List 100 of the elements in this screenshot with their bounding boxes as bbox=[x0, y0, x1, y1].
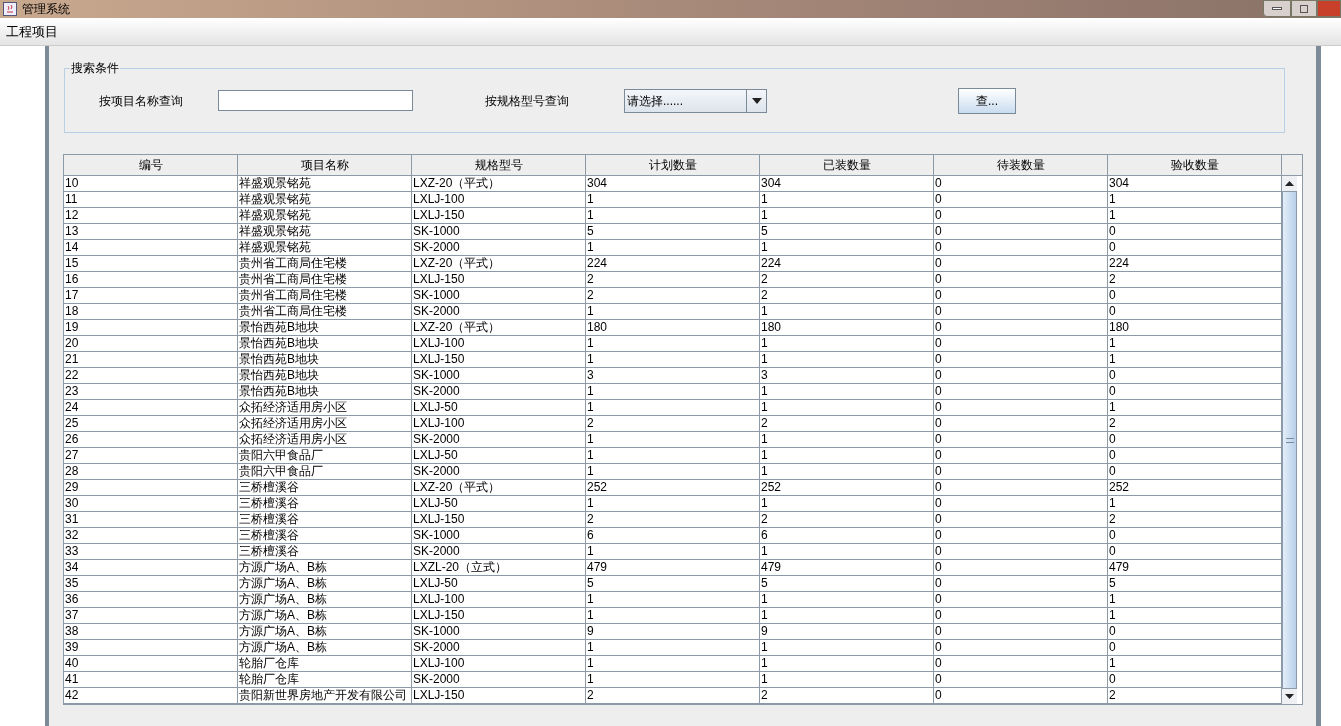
table-cell: 6 bbox=[760, 528, 934, 543]
table-cell: 方源广场A、B栋 bbox=[238, 592, 412, 607]
table-cell: 0 bbox=[934, 336, 1108, 351]
table-cell: 1 bbox=[586, 400, 760, 415]
table-cell: LXLJ-150 bbox=[412, 608, 586, 623]
table-cell: 方源广场A、B栋 bbox=[238, 640, 412, 655]
table-cell: 3 bbox=[586, 368, 760, 383]
table-cell: 1 bbox=[760, 336, 934, 351]
table-cell: 0 bbox=[934, 288, 1108, 303]
table-cell: 0 bbox=[934, 560, 1108, 575]
table-cell: LXZ-20（平式） bbox=[412, 256, 586, 271]
table-cell: 40 bbox=[64, 656, 238, 671]
table-cell: SK-2000 bbox=[412, 384, 586, 399]
table-cell: 方源广场A、B栋 bbox=[238, 576, 412, 591]
table-cell: 1 bbox=[586, 192, 760, 207]
table-cell: 10 bbox=[64, 176, 238, 191]
table-cell: 1 bbox=[586, 656, 760, 671]
column-header[interactable]: 已装数量 bbox=[760, 155, 934, 175]
table-cell: 0 bbox=[934, 320, 1108, 335]
table-cell: 1 bbox=[760, 544, 934, 559]
table-cell: LXLJ-100 bbox=[412, 656, 586, 671]
column-header[interactable]: 规格型号 bbox=[412, 155, 586, 175]
table-cell: 5 bbox=[760, 224, 934, 239]
column-header[interactable]: 编号 bbox=[64, 155, 238, 175]
table-cell: 贵阳六甲食品厂 bbox=[238, 448, 412, 463]
restore-button[interactable] bbox=[1291, 0, 1317, 17]
table-cell: 33 bbox=[64, 544, 238, 559]
table-cell: 1 bbox=[586, 352, 760, 367]
table-cell: 2 bbox=[586, 512, 760, 527]
table-cell: 景怡西苑B地块 bbox=[238, 384, 412, 399]
table-cell: 24 bbox=[64, 400, 238, 415]
table-cell: 1 bbox=[760, 464, 934, 479]
table-cell: 39 bbox=[64, 640, 238, 655]
table-cell: 9 bbox=[760, 624, 934, 639]
table-cell: 1 bbox=[760, 192, 934, 207]
table-cell: 1 bbox=[760, 384, 934, 399]
table-cell: 2 bbox=[760, 688, 934, 703]
table-cell: 1 bbox=[760, 352, 934, 367]
table-cell: 29 bbox=[64, 480, 238, 495]
table-cell: 252 bbox=[586, 480, 760, 495]
table-cell: 0 bbox=[934, 176, 1108, 191]
table-cell: 5 bbox=[586, 576, 760, 591]
column-header[interactable]: 验收数量 bbox=[1108, 155, 1282, 175]
table-cell: 1 bbox=[586, 592, 760, 607]
input-field[interactable] bbox=[218, 90, 413, 111]
table-cell: 2 bbox=[586, 288, 760, 303]
table-cell: 20 bbox=[64, 336, 238, 351]
table-cell: 1 bbox=[586, 240, 760, 255]
column-header[interactable]: 项目名称 bbox=[238, 155, 412, 175]
table-cell: 0 bbox=[934, 528, 1108, 543]
table-cell: SK-1000 bbox=[412, 288, 586, 303]
query-button[interactable]: 查... bbox=[958, 87, 1016, 114]
dropdown[interactable]: 请选择...... bbox=[624, 88, 767, 113]
table-cell: 23 bbox=[64, 384, 238, 399]
table-cell: 0 bbox=[934, 240, 1108, 255]
table-cell: 479 bbox=[586, 560, 760, 575]
table-cell: 17 bbox=[64, 288, 238, 303]
table-cell: 0 bbox=[934, 256, 1108, 271]
table-cell: 众拓经济适用房小区 bbox=[238, 432, 412, 447]
table-cell: SK-2000 bbox=[412, 640, 586, 655]
table-cell: 0 bbox=[934, 496, 1108, 511]
table-cell: 景怡西苑B地块 bbox=[238, 336, 412, 351]
table-cell: 35 bbox=[64, 576, 238, 591]
scrollbar[interactable] bbox=[1282, 176, 1297, 704]
table-cell: 0 bbox=[934, 224, 1108, 239]
table-cell: 41 bbox=[64, 672, 238, 687]
table-cell: 252 bbox=[760, 480, 934, 495]
table-cell: 贵州省工商局住宅楼 bbox=[238, 288, 412, 303]
table-cell: 0 bbox=[934, 368, 1108, 383]
table-cell: 16 bbox=[64, 272, 238, 287]
table-cell: 13 bbox=[64, 224, 238, 239]
column-header[interactable]: 待装数量 bbox=[934, 155, 1108, 175]
table-cell: 3 bbox=[760, 368, 934, 383]
table-cell: 1 bbox=[760, 400, 934, 415]
table-cell: 0 bbox=[934, 608, 1108, 623]
minimize-button[interactable] bbox=[1263, 0, 1291, 17]
table-cell: 31 bbox=[64, 512, 238, 527]
table-cell: LXLJ-150 bbox=[412, 272, 586, 287]
table-cell: 1 bbox=[760, 656, 934, 671]
menu-item[interactable]: 工程项目 bbox=[0, 21, 64, 42]
table-cell: SK-2000 bbox=[412, 464, 586, 479]
table-cell: 0 bbox=[934, 400, 1108, 415]
table-cell: 34 bbox=[64, 560, 238, 575]
app-icon bbox=[3, 2, 17, 16]
table-cell: 22 bbox=[64, 368, 238, 383]
table-cell: LXLJ-150 bbox=[412, 352, 586, 367]
table-cell: LXLJ-150 bbox=[412, 512, 586, 527]
table-cell: 25 bbox=[64, 416, 238, 431]
table-cell: 0 bbox=[934, 416, 1108, 431]
table-cell: 贵州省工商局住宅楼 bbox=[238, 304, 412, 319]
table-cell: 30 bbox=[64, 496, 238, 511]
column-header[interactable]: 计划数量 bbox=[586, 155, 760, 175]
table-cell: 2 bbox=[586, 272, 760, 287]
table-cell: 祥盛观景铭苑 bbox=[238, 176, 412, 191]
table-cell: SK-2000 bbox=[412, 304, 586, 319]
table-cell: LXZ-20（平式） bbox=[412, 320, 586, 335]
table-cell: 1 bbox=[586, 304, 760, 319]
table-cell: 11 bbox=[64, 192, 238, 207]
table-cell: 方源广场A、B栋 bbox=[238, 624, 412, 639]
table-cell: LXLJ-100 bbox=[412, 192, 586, 207]
